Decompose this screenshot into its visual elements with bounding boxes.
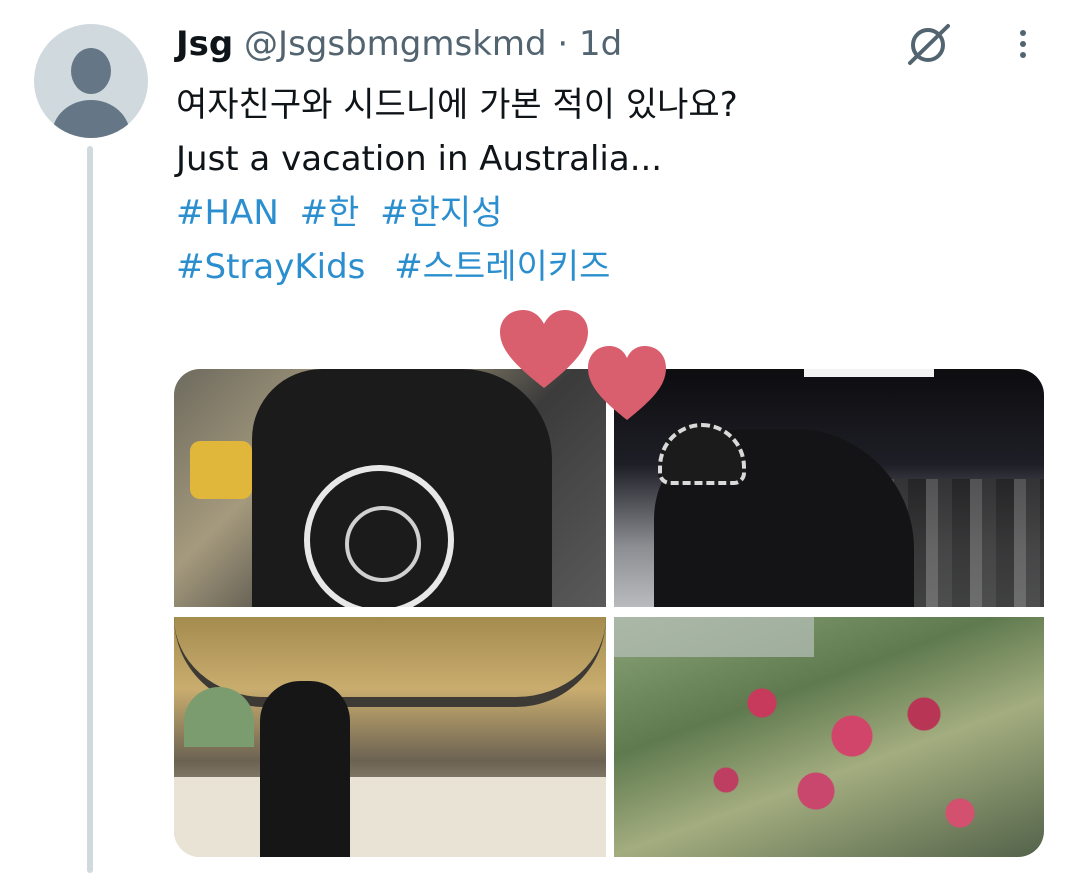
tweet-text-line-2: Just a vacation in Australia... bbox=[176, 139, 663, 179]
hashtag-link[interactable]: #스트레이키즈 bbox=[394, 247, 610, 287]
heart-sticker-icon bbox=[500, 310, 588, 388]
avatar-head-shape bbox=[71, 48, 111, 94]
counter-shape bbox=[174, 777, 606, 857]
hashtag-link[interactable]: #한지성 bbox=[380, 193, 502, 233]
more-vertical-icon[interactable] bbox=[1016, 30, 1030, 66]
user-handle[interactable]: @Jsgsbmgmskmd bbox=[244, 24, 547, 64]
thread-line bbox=[87, 146, 93, 873]
photo-flowers[interactable] bbox=[614, 617, 1044, 857]
tweet-text-line-1: 여자친구와 시드니에 가본 적이 있나요? bbox=[176, 85, 738, 125]
stage-light bbox=[804, 369, 934, 377]
hashtag-row-2: #StrayKids #스트레이키즈 bbox=[176, 240, 1036, 294]
flowers-shape bbox=[654, 637, 1014, 857]
photo-concert[interactable] bbox=[614, 369, 1044, 607]
photo-cafe[interactable] bbox=[174, 617, 606, 857]
heart-sticker-icon bbox=[588, 346, 666, 420]
person-shape bbox=[260, 681, 350, 857]
avatar-body-shape bbox=[52, 100, 130, 138]
timestamp[interactable]: 1d bbox=[579, 24, 622, 64]
hashtag-link[interactable]: #HAN bbox=[176, 193, 279, 233]
display-name[interactable]: Jsg bbox=[176, 24, 233, 64]
separator-dot: · bbox=[557, 24, 569, 64]
media-grid bbox=[174, 369, 1044, 857]
hashtag-row-1: #HAN #한 #한지성 bbox=[176, 186, 1036, 240]
tweet-text: 여자친구와 시드니에 가본 적이 있나요? Just a vacation in… bbox=[176, 78, 1036, 294]
hashtag-link[interactable]: #한 bbox=[300, 193, 360, 233]
tweet-header: Jsg @Jsgsbmgmskmd · 1d bbox=[176, 24, 622, 64]
grok-icon[interactable] bbox=[904, 20, 954, 68]
hoodie-emblem bbox=[304, 465, 454, 607]
photo-hoodie-street[interactable] bbox=[174, 369, 606, 607]
hashtag-link[interactable]: #StrayKids bbox=[176, 247, 365, 287]
avatar[interactable] bbox=[34, 24, 148, 138]
taxi-shape bbox=[190, 441, 252, 499]
